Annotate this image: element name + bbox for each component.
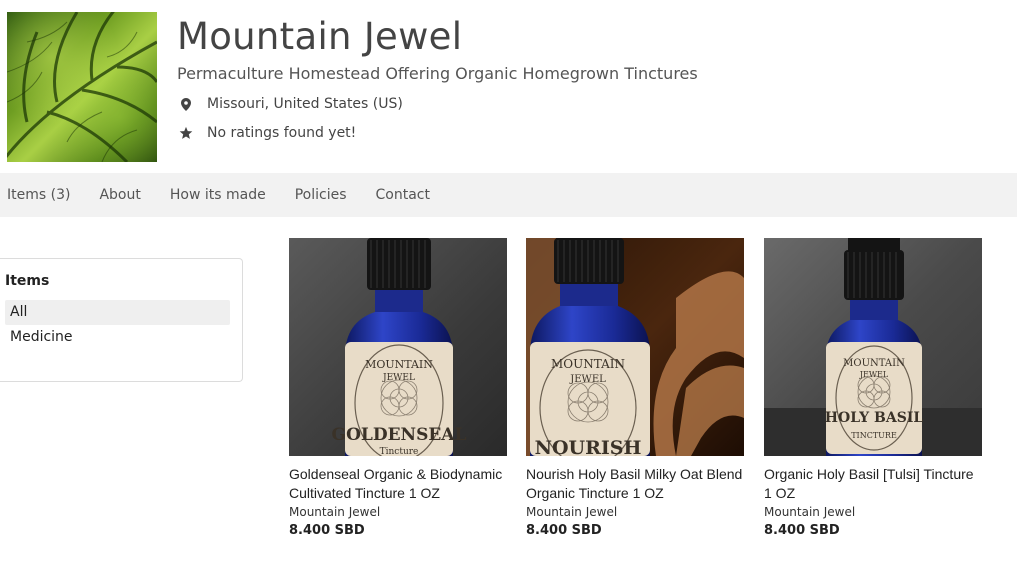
product-card[interactable]: MOUNTAIN JEWEL HOLY BASIL TINCTURE Organ… [764,238,982,538]
product-title[interactable]: Nourish Holy Basil Milky Oat Blend Organ… [526,465,744,503]
sidebar-item-all[interactable]: All [5,300,230,325]
shop-nav: Items (3) About How its made Policies Co… [0,173,1017,217]
tab-policies[interactable]: Policies [295,187,347,203]
product-title[interactable]: Goldenseal Organic & Biodynamic Cultivat… [289,465,507,503]
product-seller: Mountain Jewel [764,505,856,519]
tab-contact[interactable]: Contact [376,187,430,203]
map-pin-icon [178,96,194,112]
label-product-name: GOLDENSEAL [332,425,467,445]
product-price: 8.400 SBD [526,523,602,538]
product-image[interactable]: MOUNTAIN JEWEL NOURISH [526,238,744,456]
shop-rating-text: No ratings found yet! [207,125,357,141]
label-brand-top: MOUNTAIN [843,358,905,369]
shop-header: Mountain Jewel Permaculture Homestead Of… [0,0,1017,173]
shop-tagline: Permaculture Homestead Offering Organic … [177,64,698,83]
label-brand-top: MOUNTAIN [551,357,625,371]
star-icon [178,125,194,141]
label-product-sub: Tincture [380,447,419,456]
label-brand-top: MOUNTAIN [365,358,433,371]
label-product-name: NOURISH [535,437,642,456]
shop-location: Missouri, United States (US) [178,96,403,112]
product-price: 8.400 SBD [764,523,840,538]
product-seller: Mountain Jewel [526,505,618,519]
label-product-sub: TINCTURE [851,431,897,440]
product-card[interactable]: MOUNTAIN JEWEL NOURISH Nourish Holy Basi… [526,238,744,538]
product-image[interactable]: MOUNTAIN JEWEL HOLY BASIL TINCTURE [764,238,982,456]
label-brand-mid: JEWEL [859,370,889,379]
product-title[interactable]: Organic Holy Basil [Tulsi] Tincture 1 OZ [764,465,982,503]
product-image[interactable]: MOUNTAIN JEWEL GOLDENSEAL Tincture [289,238,507,456]
sidebar-item-medicine[interactable]: Medicine [5,325,230,350]
label-brand-mid: JEWEL [569,374,606,385]
shop-location-text: Missouri, United States (US) [207,96,403,112]
label-brand-mid: JEWEL [382,373,415,383]
shop-logo[interactable] [7,12,157,162]
product-seller: Mountain Jewel [289,505,381,519]
tab-items[interactable]: Items (3) [7,187,70,203]
sidebar-title: Items [5,273,50,289]
product-price: 8.400 SBD [289,523,365,538]
tab-about[interactable]: About [99,187,140,203]
shop-name: Mountain Jewel [177,15,463,58]
label-product-name: HOLY BASIL [825,410,924,426]
tab-how-its-made[interactable]: How its made [170,187,266,203]
shop-rating: No ratings found yet! [178,125,356,141]
product-card[interactable]: MOUNTAIN JEWEL GOLDENSEAL Tincture Golde… [289,238,507,538]
category-sidebar: Items All Medicine [0,258,243,382]
